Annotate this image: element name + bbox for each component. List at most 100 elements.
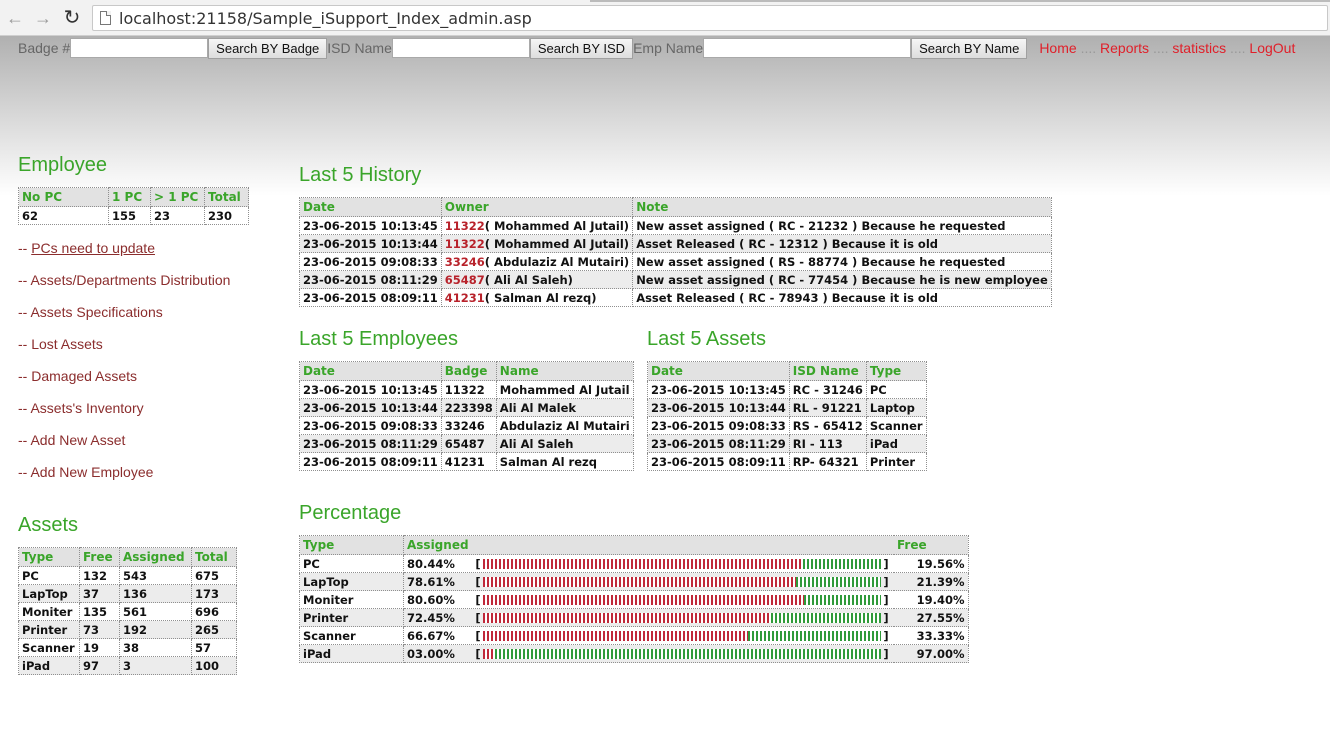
table-header: Type (299, 535, 404, 555)
table-row: PC 132 543 675 (18, 566, 237, 585)
isd-link[interactable]: RL - 91221 (788, 398, 867, 417)
table-cell: 543 (119, 566, 192, 585)
isd-link[interactable]: RS - 65412 (788, 416, 867, 435)
percentage-title: Percentage (299, 502, 402, 524)
owner-cell: 65487( Ali Al Saleh) (440, 270, 634, 289)
badge-link[interactable]: 33246 (445, 255, 485, 269)
badge-link[interactable]: 223398 (440, 398, 497, 417)
table-cell: iPad (865, 434, 927, 453)
table-cell: Ali Al Saleh (495, 434, 634, 453)
table-cell: 100 (191, 656, 237, 675)
isd-link[interactable]: RC - 31246 (788, 380, 867, 399)
badge-link[interactable]: 41231 (440, 452, 497, 471)
assets-departments-link[interactable]: Assets/Departments Distribution (30, 272, 230, 288)
badge-link[interactable]: 33246 (440, 416, 497, 435)
free-pct: 97.00% (894, 644, 969, 663)
pcs-need-update-link[interactable]: PCs need to update (31, 240, 155, 256)
home-link[interactable]: Home (1039, 40, 1076, 56)
table-header: Total (204, 187, 249, 207)
table-header: ISD Name (788, 361, 867, 381)
assigned-pct: 03.00% (407, 646, 455, 661)
assigned-pct: 66.67% (407, 628, 455, 643)
assigned-cell: 80.44% [] (403, 554, 894, 573)
address-bar[interactable]: localhost:21158/Sample_iSupport_Index_ad… (92, 5, 1328, 31)
table-row: Scanner 19 38 57 (18, 638, 237, 657)
reports-link[interactable]: Reports (1100, 40, 1149, 56)
table-row: 23-06-2015 08:09:11 41231( Salman Al rezq… (299, 288, 1052, 307)
bracket-open: [ (475, 628, 481, 643)
badge-link[interactable]: 65487 (440, 434, 497, 453)
badge-link[interactable]: 65487 (445, 273, 485, 287)
free-bar (803, 594, 881, 605)
forward-icon[interactable]: → (32, 7, 54, 29)
search-bar: Badge # Search BY Badge ISD Name Search … (18, 37, 1295, 59)
link-prefix: -- (18, 240, 32, 256)
bracket-open: [ (475, 646, 481, 661)
table-row: 23-06-2015 10:13:44 RL - 91221 Laptop (647, 398, 927, 417)
side-link-item: -- Assets Specifications (18, 304, 163, 320)
link-prefix: -- (18, 464, 31, 480)
table-row: Printer 73 192 265 (18, 620, 237, 639)
table-cell: 23-06-2015 08:11:29 (647, 434, 790, 453)
table-cell: 173 (191, 584, 237, 603)
table-row: PC 80.44% [] 19.56% (299, 554, 969, 573)
badge-link[interactable]: 11322 (445, 237, 485, 251)
search-by-name-button[interactable]: Search BY Name (911, 37, 1028, 59)
table-header: Assigned (119, 547, 192, 567)
assets-inventory-link[interactable]: Assets's Inventory (30, 400, 143, 416)
table-cell: 23-06-2015 08:09:11 (299, 288, 442, 307)
side-link-item: -- Add New Asset (18, 432, 125, 448)
assigned-bar (483, 648, 495, 659)
badge-link[interactable]: 11322 (440, 380, 497, 399)
nav-separator: .... (1229, 40, 1246, 56)
employee-title: Employee (18, 154, 107, 176)
table-header: Total (191, 547, 237, 567)
isd-input[interactable] (391, 38, 530, 58)
owner-cell: 11322( Mohammed Al Jutail) (440, 216, 634, 235)
assigned-cell: 72.45% [] (403, 608, 894, 627)
badge-input[interactable] (70, 38, 209, 58)
free-pct: 19.40% (894, 590, 969, 609)
table-header: Note (632, 197, 1052, 217)
emp-name-input[interactable] (703, 38, 912, 58)
assigned-pct: 72.45% (407, 610, 455, 625)
reload-icon[interactable]: ↻ (61, 7, 83, 29)
badge-link[interactable]: 41231 (445, 291, 485, 305)
side-link-item: -- Lost Assets (18, 336, 103, 352)
isd-link[interactable]: RP- 64321 (788, 452, 867, 471)
percentage-bar (483, 576, 881, 587)
damaged-assets-link[interactable]: Damaged Assets (31, 368, 137, 384)
table-cell: 19 (79, 638, 120, 657)
isd-link[interactable]: RI - 113 (788, 434, 867, 453)
owner-name: ( Mohammed Al Jutail) (484, 236, 630, 251)
table-cell: Scanner (299, 626, 404, 645)
logout-link[interactable]: LogOut (1249, 40, 1295, 56)
statistics-link[interactable]: statistics (1172, 40, 1226, 56)
table-header: Owner (440, 197, 634, 217)
owner-name: ( Salman Al rezq) (484, 290, 597, 305)
percentage-table: Type Assigned Free PC 80.44% [] 19.56% La… (299, 535, 969, 663)
table-cell: 23-06-2015 10:13:45 (299, 216, 442, 235)
add-new-employee-link[interactable]: Add New Employee (30, 464, 153, 480)
table-header: Free (79, 547, 120, 567)
table-cell: 23-06-2015 09:08:33 (299, 416, 442, 435)
badge-link[interactable]: 11322 (445, 219, 485, 233)
percentage-bar (483, 648, 881, 659)
percentage-bar (483, 594, 881, 605)
add-new-asset-link[interactable]: Add New Asset (30, 432, 125, 448)
assigned-cell: 03.00% [] (403, 644, 894, 663)
assets-summary-table: Type Free Assigned Total PC 132 543 675 Lap… (18, 547, 237, 675)
table-cell: Laptop (865, 398, 927, 417)
lost-assets-link[interactable]: Lost Assets (31, 336, 103, 352)
search-by-badge-button[interactable]: Search BY Badge (208, 37, 328, 59)
url-text[interactable]: localhost:21158/Sample_iSupport_Index_ad… (119, 9, 532, 28)
bracket-close: ] (883, 574, 889, 589)
table-cell: 23-06-2015 08:11:29 (299, 434, 442, 453)
search-by-isd-button[interactable]: Search BY ISD (529, 37, 634, 59)
back-icon[interactable]: ← (4, 7, 26, 29)
table-cell: Asset Released ( RC - 78943 ) Because it… (632, 288, 1052, 307)
table-cell: 265 (191, 620, 237, 639)
assets-specifications-link[interactable]: Assets Specifications (30, 304, 162, 320)
link-prefix: -- (18, 432, 31, 448)
free-pct: 27.55% (894, 608, 969, 627)
